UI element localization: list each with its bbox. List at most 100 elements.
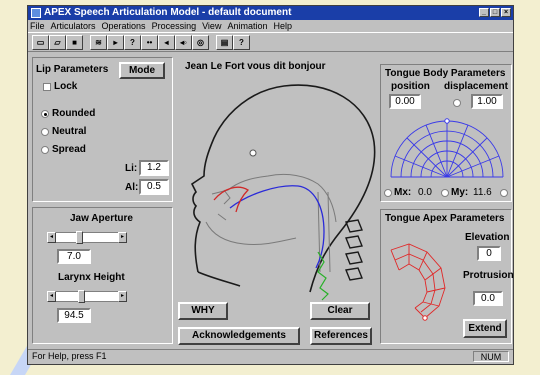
app-window: APEX Speech Articulation Model - default… [27, 5, 514, 365]
open-folder-icon: ▱ [54, 38, 61, 47]
my-radio[interactable] [441, 189, 449, 197]
record-button[interactable]: ◎ [192, 35, 209, 50]
tongue-body-title: Tongue Body Parameters [385, 68, 506, 79]
menu-animation[interactable]: Animation [227, 21, 267, 31]
displacement-field[interactable]: 1.00 [471, 94, 503, 109]
mx-label: Mx: [394, 187, 412, 198]
li-label: Li: [125, 163, 138, 174]
larynx-right-arrow-icon[interactable]: ▸ [118, 291, 127, 302]
al-label: Al: [125, 182, 139, 193]
larynx-height-field[interactable]: 94.5 [57, 308, 91, 323]
extend-button[interactable]: Extend [463, 319, 507, 338]
tongue-apex-title: Tongue Apex Parameters [385, 213, 505, 224]
mode-button[interactable]: Mode [119, 62, 165, 79]
printer-icon: ▤ [220, 38, 229, 47]
chin-outline [197, 271, 241, 287]
open-button[interactable]: ▱ [49, 35, 66, 50]
menu-file[interactable]: File [30, 21, 45, 31]
new-document-icon: ▭ [36, 38, 45, 47]
jaw-aperture-thumb[interactable] [76, 231, 83, 244]
step-back-button[interactable]: ◂ [158, 35, 175, 50]
title-buttons: _ □ × [479, 8, 511, 17]
play-icon: ▸ [113, 38, 118, 47]
neutral-radio[interactable] [41, 128, 49, 136]
references-button[interactable]: References [310, 327, 372, 345]
step-forward-button[interactable]: •• [141, 35, 158, 50]
step-back-icon: ◂ [164, 38, 169, 47]
waveform-button[interactable]: ≋ [90, 35, 107, 50]
play-button[interactable]: ▸ [107, 35, 124, 50]
waveform-icon: ≋ [95, 38, 102, 47]
utterance-text: Jean Le Fort vous dit bonjour [185, 61, 326, 72]
num-lock-indicator: NUM [473, 351, 509, 362]
lip-parameters-panel: Lip Parameters Mode Lock Rounded Neutral… [32, 57, 173, 202]
larynx-height-thumb[interactable] [78, 290, 85, 303]
li-field[interactable]: 1.2 [139, 160, 169, 176]
tongue-body-grid [390, 118, 504, 178]
minimize-button[interactable]: _ [479, 8, 489, 17]
tongue-body-target-marker [444, 118, 450, 124]
al-field[interactable]: 0.5 [139, 179, 169, 195]
rounded-label: Rounded [52, 108, 96, 119]
neutral-label: Neutral [52, 126, 87, 137]
protrusion-field[interactable]: 0.0 [473, 291, 503, 306]
status-help-text: For Help, press F1 [32, 351, 107, 361]
query-button[interactable]: ? [124, 35, 141, 50]
menu-operations[interactable]: Operations [102, 21, 146, 31]
menu-processing[interactable]: Processing [152, 21, 197, 31]
menu-bar: File Articulators Operations Processing View… [28, 20, 513, 32]
spread-radio[interactable] [41, 146, 49, 154]
maximize-button[interactable]: □ [490, 8, 500, 17]
new-document-button[interactable]: ▭ [32, 35, 49, 50]
lock-label: Lock [54, 81, 78, 92]
question-icon: ? [130, 38, 135, 47]
menu-view[interactable]: View [202, 21, 221, 31]
position-label: position [391, 81, 430, 92]
save-button[interactable]: ■ [66, 35, 83, 50]
mx-radio[interactable] [384, 189, 392, 197]
acknowledgements-button[interactable]: Acknowledgements [178, 327, 300, 345]
elevation-field[interactable]: 0 [477, 246, 501, 261]
menu-help[interactable]: Help [273, 21, 292, 31]
lip-parameters-title: Lip Parameters [36, 64, 109, 75]
my-label: My: [451, 187, 469, 198]
protrusion-label: Protrusion [463, 270, 514, 281]
mx-value: 0.0 [418, 187, 432, 198]
tongue-apex-grid [390, 243, 446, 321]
displacement-label: displacement [444, 81, 508, 92]
window-title: APEX Speech Articulation Model - default… [44, 7, 292, 18]
step-forward-icon: •• [146, 38, 153, 47]
clear-button[interactable]: Clear [310, 302, 370, 320]
tongue-apex-target-marker [422, 315, 428, 321]
lock-checkbox[interactable] [43, 83, 51, 91]
tongue-body-end-radio[interactable] [500, 189, 508, 197]
help-button[interactable]: ? [233, 35, 250, 50]
toolbar: ▭ ▱ ■ ≋ ▸ ? •• ◂ ◂◦ ◎ ▤ ? [28, 32, 513, 52]
spread-label: Spread [52, 144, 86, 155]
close-button[interactable]: × [501, 8, 511, 17]
tongue-body-marker-radio[interactable] [453, 99, 461, 107]
sound-icon: ◂◦ [180, 38, 187, 47]
menu-articulators[interactable]: Articulators [51, 21, 96, 31]
title-bar: APEX Speech Articulation Model - default… [28, 6, 513, 20]
larynx-height-title: Larynx Height [58, 272, 125, 283]
why-button[interactable]: WHY [178, 302, 228, 320]
sound-button[interactable]: ◂◦ [175, 35, 192, 50]
larynx-height-slider[interactable]: ◂ ▸ [47, 290, 127, 303]
jaw-larynx-panel: Jaw Aperture ◂ ▸ 7.0 Larynx Height ◂ ▸ 9… [32, 207, 173, 344]
jaw-outline [205, 221, 297, 245]
tongue-contour [229, 185, 325, 269]
head-profile-outline [190, 84, 376, 293]
jaw-aperture-slider[interactable]: ◂ ▸ [47, 231, 127, 244]
eye-marker [249, 149, 257, 157]
jaw-right-arrow-icon[interactable]: ▸ [118, 232, 127, 243]
jaw-aperture-field[interactable]: 7.0 [57, 249, 91, 264]
help-icon: ? [239, 38, 244, 47]
position-field[interactable]: 0.00 [389, 94, 421, 109]
larynx-left-arrow-icon[interactable]: ◂ [47, 291, 56, 302]
rounded-radio[interactable] [41, 110, 49, 118]
jaw-left-arrow-icon[interactable]: ◂ [47, 232, 56, 243]
tongue-body-panel: Tongue Body Parameters position displace… [380, 64, 512, 202]
jaw-aperture-title: Jaw Aperture [70, 213, 133, 224]
print-button[interactable]: ▤ [216, 35, 233, 50]
